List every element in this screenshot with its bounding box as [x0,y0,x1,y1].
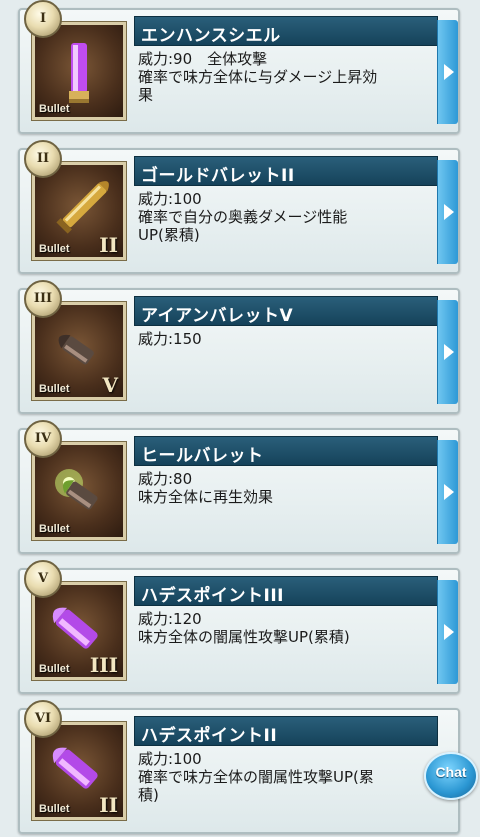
desc-line: 威力:100 [138,190,202,208]
bullet-description: 威力:150 [138,330,432,348]
slot-number-badge: VI [24,700,62,738]
chat-button[interactable]: Chat [424,752,478,800]
grade-label: II [99,233,118,257]
bullet-description: 威力:100 確率で味方全体の闇属性攻撃UP(累 積) [138,750,432,804]
desc-line: 威力:150 [138,330,202,348]
chat-label: Chat [435,764,467,780]
grade-label: III [89,653,118,677]
bullet-list: I Bullet エンハンスシエル 威力:90 全体攻撃 確率で味方全体に与ダメ… [0,0,480,837]
slot-number-badge: III [24,280,62,318]
desc-line: 積) [138,786,159,804]
slot-number-badge: IV [24,420,62,458]
name-bar: ハデスポイントIII [134,576,438,606]
desc-line: 威力:80 [138,470,193,488]
bullet-description: 威力:80 味方全体に再生効果 [138,470,432,506]
thumb-label: Bullet [39,803,70,815]
thumb-label: Bullet [39,663,70,675]
bullet-name: ハデスポイントIII [141,586,284,606]
bullet-card[interactable]: VI Bullet II ハデスポイントII 威力:100 確率で味方全体の闇属… [18,700,460,834]
slot-number-badge: I [24,0,62,38]
slot-number-badge: V [24,560,62,598]
thumb-label: Bullet [39,103,70,115]
detail-arrow-button[interactable] [437,580,458,684]
desc-line: 味方全体の闇属性攻撃UP(累積) [138,628,350,646]
slot-number-badge: II [24,140,62,178]
detail-arrow-button[interactable] [437,20,458,124]
desc-line: 威力:120 [138,610,202,628]
bullet-card[interactable]: III Bullet V アイアンバレットV 威力:150 [18,280,460,414]
desc-line: 果 [138,86,154,104]
thumb-label: Bullet [39,383,70,395]
desc-line: 威力:90 全体攻撃 [138,50,268,68]
detail-arrow-button[interactable] [437,300,458,404]
bullet-name: アイアンバレットV [141,306,294,326]
bullet-card[interactable]: IV Bullet ヒールバレット 威力:80 味方全体に再生効果 [18,420,460,554]
name-bar: ハデスポイントII [134,716,438,746]
bullet-description: 威力:100 確率で自分の奥義ダメージ性能 UP(累積) [138,190,432,244]
detail-arrow-button[interactable] [437,160,458,264]
thumb-label: Bullet [39,523,70,535]
desc-line: 確率で自分の奥義ダメージ性能 [138,208,348,226]
bullet-card[interactable]: II Bullet II ゴールドバレットII 威力:100 確率で自分の奥義ダ… [18,140,460,274]
arrow-right-icon [444,204,454,220]
bullet-name: ハデスポイントII [141,726,278,746]
desc-line: 威力:100 [138,750,202,768]
desc-line: 味方全体に再生効果 [138,488,274,506]
desc-line: UP(累積) [138,226,200,244]
arrow-right-icon [444,344,454,360]
desc-line: 確率で味方全体の闇属性攻撃UP(累 [138,768,374,786]
thumb-label: Bullet [39,243,70,255]
arrow-right-icon [444,64,454,80]
name-bar: ヒールバレット [134,436,438,466]
name-bar: ゴールドバレットII [134,156,438,186]
bullet-name: ゴールドバレットII [141,166,295,186]
bullet-description: 威力:90 全体攻撃 確率で味方全体に与ダメージ上昇効 果 [138,50,432,104]
bullet-name: エンハンスシエル [141,26,281,46]
grade-label: II [99,793,118,817]
arrow-right-icon [444,484,454,500]
bullet-card[interactable]: V Bullet III ハデスポイントIII 威力:120 味方全体の闇属性攻… [18,560,460,694]
bullet-description: 威力:120 味方全体の闇属性攻撃UP(累積) [138,610,432,646]
desc-line: 確率で味方全体に与ダメージ上昇効 [138,68,378,86]
name-bar: エンハンスシエル [134,16,438,46]
detail-arrow-button[interactable] [437,440,458,544]
bullet-name: ヒールバレット [141,446,264,466]
bullet-card[interactable]: I Bullet エンハンスシエル 威力:90 全体攻撃 確率で味方全体に与ダメ… [18,0,460,134]
arrow-right-icon [444,624,454,640]
name-bar: アイアンバレットV [134,296,438,326]
grade-label: V [102,373,118,397]
